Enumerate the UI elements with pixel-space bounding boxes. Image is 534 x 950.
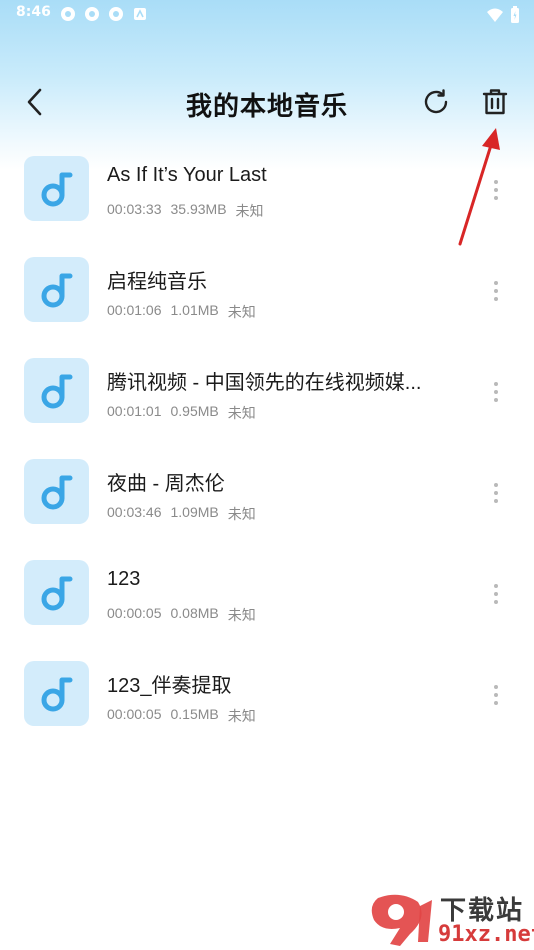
song-duration: 00:01:01	[107, 403, 162, 419]
song-row[interactable]: 123 00:00:05 0.08MB 未知	[0, 558, 534, 659]
song-artist: 未知	[227, 304, 256, 320]
more-options-button[interactable]	[486, 479, 506, 507]
more-options-button[interactable]	[486, 580, 506, 608]
song-artist: 未知	[235, 203, 264, 219]
music-note-icon	[41, 374, 72, 408]
app-notification-icon	[85, 7, 99, 21]
song-row[interactable]: 腾讯视频 - 中国领先的在线视频媒... 00:01:01 0.95MB 未知	[0, 356, 534, 457]
delete-button[interactable]	[477, 84, 513, 120]
song-artist: 未知	[227, 405, 256, 421]
song-meta: 00:01:06 1.01MB 未知	[107, 302, 256, 322]
wifi-icon	[487, 8, 503, 22]
refresh-icon	[424, 89, 448, 114]
app-notification-icon	[61, 7, 75, 21]
music-note-icon	[41, 677, 72, 711]
system-status-icons	[486, 6, 520, 24]
song-meta: 00:01:01 0.95MB 未知	[107, 403, 256, 423]
notification-icons	[60, 6, 148, 22]
watermark-url: 91xz.net	[438, 922, 534, 947]
music-note-icon	[41, 576, 72, 610]
song-duration: 00:03:33	[107, 201, 162, 217]
app-notification-icon	[134, 8, 146, 20]
song-row[interactable]: 启程纯音乐 00:01:06 1.01MB 未知	[0, 255, 534, 356]
trash-icon	[482, 89, 508, 115]
music-note-icon	[41, 273, 72, 307]
song-title: 123	[107, 568, 141, 590]
song-row[interactable]: 123_伴奏提取 00:00:05 0.15MB 未知	[0, 659, 534, 760]
music-note-icon	[41, 172, 72, 206]
song-title: 夜曲 - 周杰伦	[107, 473, 225, 495]
song-title: 启程纯音乐	[107, 271, 207, 293]
song-size: 0.15MB	[170, 706, 219, 722]
song-size: 1.01MB	[170, 302, 219, 318]
song-size: 35.93MB	[170, 201, 227, 217]
refresh-button[interactable]	[418, 84, 454, 120]
song-title: 腾讯视频 - 中国领先的在线视频媒...	[107, 372, 422, 394]
song-meta: 00:03:46 1.09MB 未知	[107, 504, 256, 524]
song-duration: 00:03:46	[107, 504, 162, 520]
song-meta: 00:00:05 0.15MB 未知	[107, 706, 256, 726]
app-notification-icon	[109, 7, 123, 21]
song-thumbnail	[24, 156, 89, 221]
status-time: 8:46	[16, 4, 51, 20]
song-size: 0.08MB	[170, 605, 219, 621]
song-thumbnail	[24, 661, 89, 726]
music-note-icon	[41, 475, 72, 509]
song-size: 0.95MB	[170, 403, 219, 419]
song-meta: 00:03:33 35.93MB 未知	[107, 201, 264, 221]
song-artist: 未知	[227, 607, 256, 623]
song-title: As If It’s Your Last	[107, 164, 267, 186]
annotation-arrow	[458, 128, 500, 246]
song-thumbnail	[24, 560, 89, 625]
more-options-button[interactable]	[486, 277, 506, 305]
more-options-button[interactable]	[486, 378, 506, 406]
song-artist: 未知	[227, 506, 256, 522]
status-bar: 8:46	[0, 0, 534, 28]
song-meta: 00:00:05 0.08MB 未知	[107, 605, 256, 625]
song-duration: 00:00:05	[107, 605, 162, 621]
song-artist: 未知	[227, 708, 256, 724]
song-duration: 00:01:06	[107, 302, 162, 318]
song-row[interactable]: 夜曲 - 周杰伦 00:03:46 1.09MB 未知	[0, 457, 534, 558]
battery-icon	[511, 6, 519, 23]
song-duration: 00:00:05	[107, 706, 162, 722]
song-title: 123_伴奏提取	[107, 675, 232, 697]
song-thumbnail	[24, 358, 89, 423]
more-options-button[interactable]	[486, 681, 506, 709]
song-size: 1.09MB	[170, 504, 219, 520]
song-thumbnail	[24, 459, 89, 524]
song-thumbnail	[24, 257, 89, 322]
